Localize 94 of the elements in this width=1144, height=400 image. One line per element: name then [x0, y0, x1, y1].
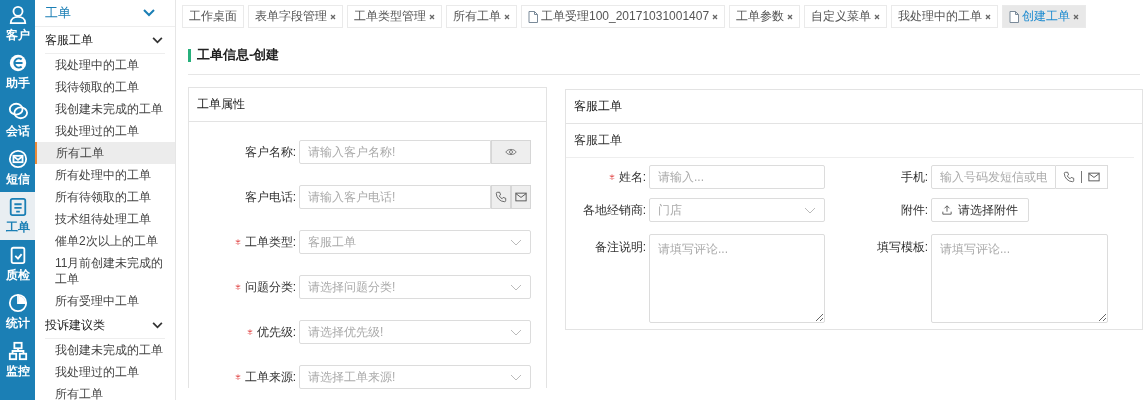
tab[interactable]: 工单类型管理 — [347, 5, 442, 28]
tab[interactable]: 我处理中的工单 — [891, 5, 999, 28]
field-label: 优先级: — [256, 324, 296, 339]
close-icon[interactable] — [787, 13, 794, 20]
eye-icon — [505, 146, 517, 158]
chevron-down-icon — [510, 283, 522, 291]
close-icon[interactable] — [712, 13, 719, 20]
chevron-icon[interactable] — [152, 321, 163, 329]
chevron-down-icon — [510, 238, 522, 246]
close-icon[interactable] — [429, 13, 435, 20]
document-icon — [1009, 10, 1020, 23]
nav-item[interactable]: 短信 — [0, 144, 35, 192]
menu-item[interactable]: 所有工单 — [35, 142, 175, 164]
required-icon — [234, 374, 241, 381]
tab[interactable]: 自定义菜单 — [804, 5, 888, 28]
phone-icon — [495, 191, 507, 203]
pie-chart-icon — [7, 292, 28, 313]
menu-item[interactable]: 我处理过的工单 — [35, 361, 175, 383]
panel-title: 工单属性 — [189, 88, 546, 122]
tab[interactable]: 所有工单 — [446, 5, 517, 28]
menu-item[interactable]: 催单2次以上的工单 — [35, 230, 175, 252]
nav-item[interactable]: 监控 — [0, 336, 35, 384]
close-icon[interactable] — [874, 13, 881, 20]
menu-group-title[interactable]: 客服工单 — [45, 31, 93, 49]
field-label: 备注说明: — [594, 240, 646, 254]
chevron-icon[interactable] — [152, 36, 163, 44]
field-label: 工单来源: — [244, 369, 296, 384]
nav-item[interactable]: 统计 — [0, 288, 35, 336]
nav-item[interactable]: 助手 — [0, 48, 35, 96]
menu-item[interactable]: 我创建未完成的工单 — [35, 339, 175, 361]
close-icon[interactable] — [985, 13, 992, 20]
close-icon[interactable] — [330, 13, 336, 20]
menu-item[interactable]: 所有工单 — [35, 383, 175, 400]
field-label: 工单类型: — [244, 234, 296, 249]
menu-item[interactable]: 我处理中的工单 — [35, 54, 175, 76]
tab[interactable]: 表单字段管理 — [248, 5, 343, 28]
chevron-down-icon — [510, 328, 522, 336]
field-label: 客户电话: — [244, 189, 296, 204]
person-icon — [7, 4, 28, 25]
panel-title: 客服工单 — [566, 90, 1142, 124]
input-field[interactable]: 请输入客户电话! — [299, 185, 491, 209]
field-label: 附件: — [900, 202, 928, 217]
menu-item[interactable]: 所有待领取的工单 — [35, 186, 175, 208]
nav-item[interactable]: 会话 — [0, 96, 35, 144]
hierarchy-icon — [7, 340, 28, 361]
text-area[interactable]: 请填写评论... — [931, 234, 1108, 323]
upload-button[interactable]: 请选择附件 — [931, 198, 1029, 222]
field-label: 客户名称: — [244, 144, 296, 159]
call-button[interactable] — [491, 185, 511, 209]
field-label: 姓名: — [618, 169, 646, 184]
page-title: 工单信息-创建 — [197, 46, 280, 64]
nav-item[interactable]: 客户 — [0, 0, 35, 48]
tab[interactable]: 工单参数 — [729, 5, 801, 28]
chevron-down-icon — [804, 206, 816, 214]
close-icon[interactable] — [504, 13, 510, 20]
close-icon[interactable] — [1073, 13, 1080, 20]
envelope-icon — [7, 148, 28, 169]
required-icon — [234, 239, 241, 246]
envelope-icon — [1088, 171, 1100, 183]
menu-item[interactable]: 所有处理中的工单 — [35, 164, 175, 186]
field-label: 各地经销商: — [582, 202, 646, 217]
tab[interactable]: 工作桌面 — [182, 5, 244, 28]
required-icon — [234, 284, 241, 291]
menu-item[interactable]: 我创建未完成的工单 — [35, 98, 175, 120]
menu-item[interactable]: 我处理过的工单 — [35, 120, 175, 142]
upload-icon — [942, 205, 952, 215]
menu-item[interactable]: 11月前创建未完成的工单 — [35, 252, 175, 290]
tab[interactable]: 工单受理100_20171031001407 — [521, 5, 726, 28]
title-accent-bar — [188, 48, 191, 62]
form-icon — [7, 196, 28, 217]
envelope-icon — [515, 191, 527, 203]
field-label: 填写模板: — [876, 240, 928, 254]
input-field[interactable]: 输入号码发短信或电 — [931, 165, 1056, 189]
chevron-down-icon — [510, 373, 522, 381]
menu-group-title[interactable]: 投诉建议类 — [45, 316, 105, 334]
phone-icon — [1063, 171, 1075, 183]
menu-item[interactable]: 所有受理中工单 — [35, 290, 175, 312]
input-field[interactable]: 请输入客户名称! — [299, 140, 491, 164]
document-icon — [528, 10, 538, 23]
required-icon — [246, 329, 253, 336]
nav-item[interactable]: 工单 — [0, 192, 35, 240]
text-area[interactable]: 请填写评论... — [649, 234, 825, 323]
field-label: 手机: — [900, 169, 928, 184]
required-icon — [608, 174, 615, 181]
chat-icon — [7, 100, 28, 121]
input-field[interactable]: 请输入... — [649, 165, 825, 189]
section-title: 客服工单 — [566, 124, 1134, 158]
field-label: 问题分类: — [244, 279, 296, 294]
e-logo-icon — [7, 52, 28, 73]
nav-item[interactable]: 质检 — [0, 240, 35, 288]
message-button[interactable] — [511, 185, 531, 209]
menu-item[interactable]: 我待领取的工单 — [35, 76, 175, 98]
menu-title: 工单 — [45, 4, 71, 22]
menu-item[interactable]: 技术组待处理工单 — [35, 208, 175, 230]
